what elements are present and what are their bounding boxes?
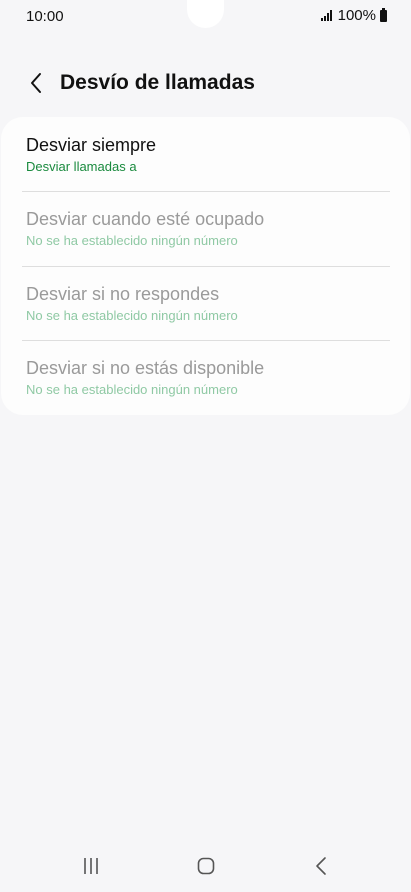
- option-forward-no-answer[interactable]: Desviar si no respondes No se ha estable…: [26, 266, 390, 340]
- page-title: Desvío de llamadas: [60, 71, 255, 94]
- call-forwarding-list: Desviar siempre Desviar llamadas a Desvi…: [1, 117, 410, 415]
- option-title: Desviar si no respondes: [26, 284, 220, 304]
- status-indicators: 100%: [320, 7, 387, 24]
- recents-button[interactable]: [61, 840, 121, 892]
- battery-icon: [380, 7, 387, 22]
- option-always-forward[interactable]: Desviar siempre Desviar llamadas a: [26, 117, 390, 191]
- option-subtitle: No se ha establecido ningún número: [26, 382, 238, 397]
- option-forward-when-busy[interactable]: Desviar cuando esté ocupado No se ha est…: [26, 191, 390, 265]
- navigation-bar: [0, 840, 411, 892]
- back-icon: [316, 857, 326, 875]
- camera-notch: [187, 0, 224, 28]
- option-subtitle: No se ha establecido ningún número: [26, 308, 238, 323]
- option-subtitle: Desviar llamadas a: [26, 159, 137, 174]
- option-title: Desviar cuando esté ocupado: [26, 209, 265, 229]
- signal-icon: [320, 10, 332, 21]
- status-time: 10:00: [26, 8, 64, 25]
- option-subtitle: No se ha establecido ningún número: [26, 233, 238, 248]
- home-icon: [197, 857, 215, 875]
- option-forward-unreachable[interactable]: Desviar si no estás disponible No se ha …: [26, 340, 390, 414]
- app-header: Desvío de llamadas: [0, 62, 411, 104]
- nav-back-button[interactable]: [291, 840, 351, 892]
- battery-percent: 100%: [337, 7, 376, 24]
- option-title: Desviar si no estás disponible: [26, 358, 265, 378]
- chevron-left-icon: [31, 73, 41, 93]
- recents-icon: [84, 858, 98, 874]
- option-title: Desviar siempre: [26, 135, 157, 155]
- back-button[interactable]: [14, 62, 58, 104]
- status-bar: 10:00 100%: [0, 0, 411, 34]
- home-button[interactable]: [176, 840, 236, 892]
